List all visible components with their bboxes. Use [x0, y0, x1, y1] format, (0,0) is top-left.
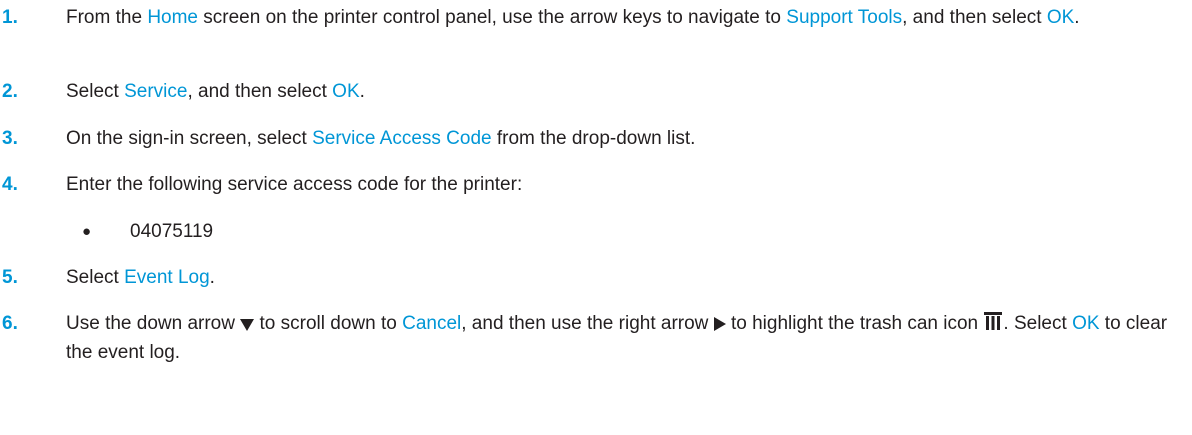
text-fragment: Use the down arrow [66, 313, 241, 334]
keyword-home: Home [147, 7, 198, 28]
step-number: 4. [2, 174, 18, 195]
text-fragment: to highlight the trash can icon [725, 313, 984, 334]
text-fragment: . [209, 267, 215, 288]
step-text: Use the down arrow to scroll down to Can… [66, 310, 1176, 366]
text-fragment: Select [66, 267, 125, 288]
bullet-dot: ● [82, 223, 92, 240]
service-access-code-value: 04075119 [130, 221, 214, 242]
keyword-ok: OK [1046, 7, 1075, 28]
keyword-event-log: Event Log [124, 267, 210, 288]
text-fragment: . Select [1003, 313, 1073, 334]
right-arrow-icon [713, 312, 726, 339]
keyword-support-tools: Support Tools [786, 7, 903, 28]
step-text: On the sign-in screen, select Service Ac… [66, 125, 1176, 152]
text-fragment: , and then select [902, 7, 1047, 28]
text-fragment: screen on the printer control panel, use… [198, 7, 787, 28]
down-arrow-icon [240, 312, 255, 339]
text-fragment: from the drop-down list. [491, 128, 696, 149]
text-fragment: Select [66, 81, 125, 102]
text-fragment: . [1074, 7, 1080, 28]
keyword-service: Service [124, 81, 188, 102]
step-text: From the Home screen on the printer cont… [66, 4, 1176, 31]
keyword-ok: OK [1072, 313, 1100, 334]
step-text: Select Event Log. [66, 264, 1176, 291]
step-number: 5. [2, 267, 18, 288]
step-text: Select Service, and then select OK. [66, 78, 1176, 105]
text-fragment: From the [66, 7, 148, 28]
step-number: 2. [2, 81, 18, 102]
step-text: Enter the following service access code … [66, 174, 523, 195]
text-fragment: to scroll down to [254, 313, 403, 334]
step-number: 1. [2, 7, 18, 28]
keyword-cancel: Cancel [402, 313, 462, 334]
keyword-service-access-code: Service Access Code [312, 128, 492, 149]
text-fragment: . [359, 81, 365, 102]
step-number: 6. [2, 313, 18, 334]
text-fragment: On the sign-in screen, select [66, 128, 313, 149]
trash-can-icon [983, 311, 1003, 339]
text-fragment: , and then use the right arrow [461, 313, 714, 334]
step-number: 3. [2, 128, 18, 149]
keyword-ok: OK [332, 81, 360, 102]
text-fragment: , and then select [187, 81, 333, 102]
